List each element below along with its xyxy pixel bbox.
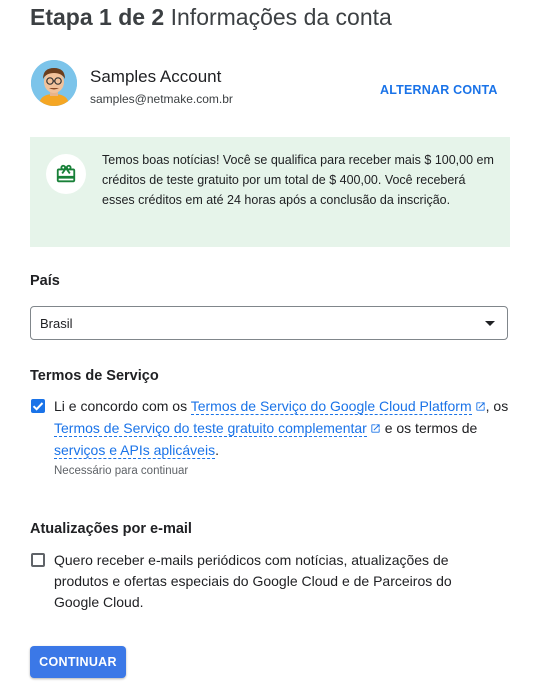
required-note: Necessário para continuar [54,465,189,477]
gift-icon [46,154,86,194]
terms-text-part: e os termos de [380,420,478,436]
terms-text-part: . [215,442,219,458]
terms-text: Li e concordo com os Termos de Serviço d… [54,396,514,461]
email-updates-label: Atualizações por e-mail [30,521,192,537]
email-updates-text: Quero receber e-mails periódicos com not… [54,552,452,610]
country-select-value: Brasil [40,316,73,331]
country-select[interactable]: Brasil [30,306,508,340]
step-indicator: Etapa 1 de 2 [30,4,165,30]
email-updates-checkbox[interactable] [31,553,45,567]
page-title-text: Informações da conta [170,4,392,30]
free-trial-banner: Temos boas notícias! Você se qualifica p… [30,137,510,247]
page-title: Etapa 1 de 2 Informações da conta [30,4,392,31]
caret-down-icon [485,321,495,326]
terms-text-part: Li e concordo com os [54,398,191,414]
gcp-terms-link[interactable]: Termos de Serviço do Google Cloud Platfo… [190,398,472,415]
country-label: País [30,273,60,289]
switch-account-button[interactable]: ALTERNAR CONTA [372,80,506,100]
external-link-icon [475,397,486,418]
external-link-icon [370,419,381,440]
continue-button[interactable]: CONTINUAR [30,646,126,678]
terms-text-part: , os [485,398,509,414]
services-apis-link[interactable]: serviços e APIs aplicáveis [54,442,216,459]
terms-label: Termos de Serviço [30,368,159,384]
free-trial-terms-link[interactable]: Termos de Serviço do teste gratuito comp… [54,420,367,437]
checkmark-icon [32,402,44,411]
terms-checkbox[interactable] [31,399,45,413]
account-email: samples@netmake.com.br [90,92,233,106]
avatar [31,60,77,106]
banner-message: Temos boas notícias! Você se qualifica p… [102,153,494,207]
account-name: Samples Account [90,67,222,86]
